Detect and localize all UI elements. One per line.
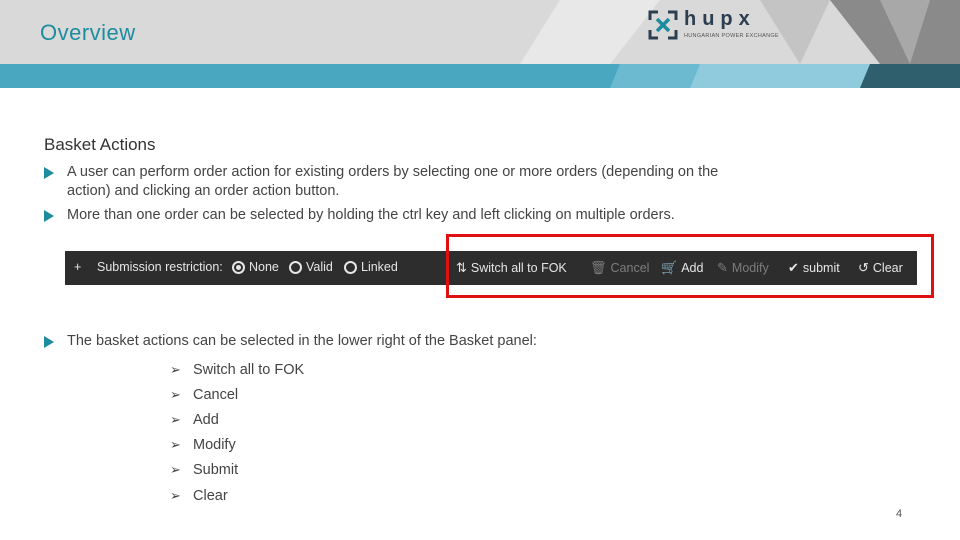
highlight-box: [446, 234, 934, 298]
list-item: ➢ Cancel: [170, 386, 239, 403]
arrow-marker-icon: ➢: [170, 462, 181, 478]
arrow-marker-icon: ➢: [170, 361, 181, 377]
radio-none-label: None: [249, 260, 279, 274]
arrow-marker-icon: ➢: [170, 437, 181, 453]
radio-icon: [289, 260, 302, 274]
radio-icon: [344, 260, 357, 274]
arrow-marker-icon: ➢: [170, 411, 181, 427]
hupx-logo: hupx HUNGARIAN POWER EXCHANGE: [644, 6, 794, 50]
arrow-marker-icon: ➢: [170, 487, 181, 503]
slide-title: Overview: [40, 20, 136, 45]
bullet-arrow-icon: [44, 167, 54, 179]
logo-mark-icon: [648, 10, 678, 40]
header-accent-bar: [0, 64, 960, 88]
logo-subtitle: HUNGARIAN POWER EXCHANGE: [684, 33, 779, 39]
bullet-arrow-icon: [44, 336, 54, 348]
logo-wordmark: hupx: [684, 8, 756, 30]
arrow-marker-icon: ➢: [170, 386, 181, 402]
bullet-text: The basket actions can be selected in th…: [67, 333, 537, 349]
slide-header: [0, 0, 960, 64]
bullet-text: More than one order can be selected by h…: [67, 207, 675, 223]
header-decoration: [520, 0, 960, 64]
bullet-arrow-icon: [44, 210, 54, 222]
list-item: ➢ Switch all to FOK: [170, 361, 305, 378]
radio-selected-icon: [232, 260, 245, 274]
radio-linked-label: Linked: [361, 260, 398, 274]
list-item: ➢ Add: [170, 411, 219, 428]
list-item: ➢ Modify: [170, 437, 236, 454]
radio-none[interactable]: None: [232, 260, 279, 274]
list-item: ➢ Submit: [170, 462, 239, 479]
section-title: Basket Actions: [44, 135, 156, 154]
bullet-text: action) and clicking an order action but…: [67, 183, 340, 199]
bullet-text: A user can perform order action for exis…: [67, 164, 719, 180]
radio-valid-label: Valid: [306, 260, 333, 274]
radio-valid[interactable]: Valid: [289, 260, 333, 274]
expand-plus-icon[interactable]: +: [74, 260, 81, 274]
list-item: ➢ Clear: [170, 487, 228, 504]
submission-restriction-label: Submission restriction:: [97, 260, 223, 274]
page-number: 4: [896, 508, 903, 520]
radio-linked[interactable]: Linked: [344, 260, 398, 274]
actions-list: ➢ Switch all to FOK ➢ Cancel ➢ Add ➢ Modify …: [170, 357, 304, 508]
